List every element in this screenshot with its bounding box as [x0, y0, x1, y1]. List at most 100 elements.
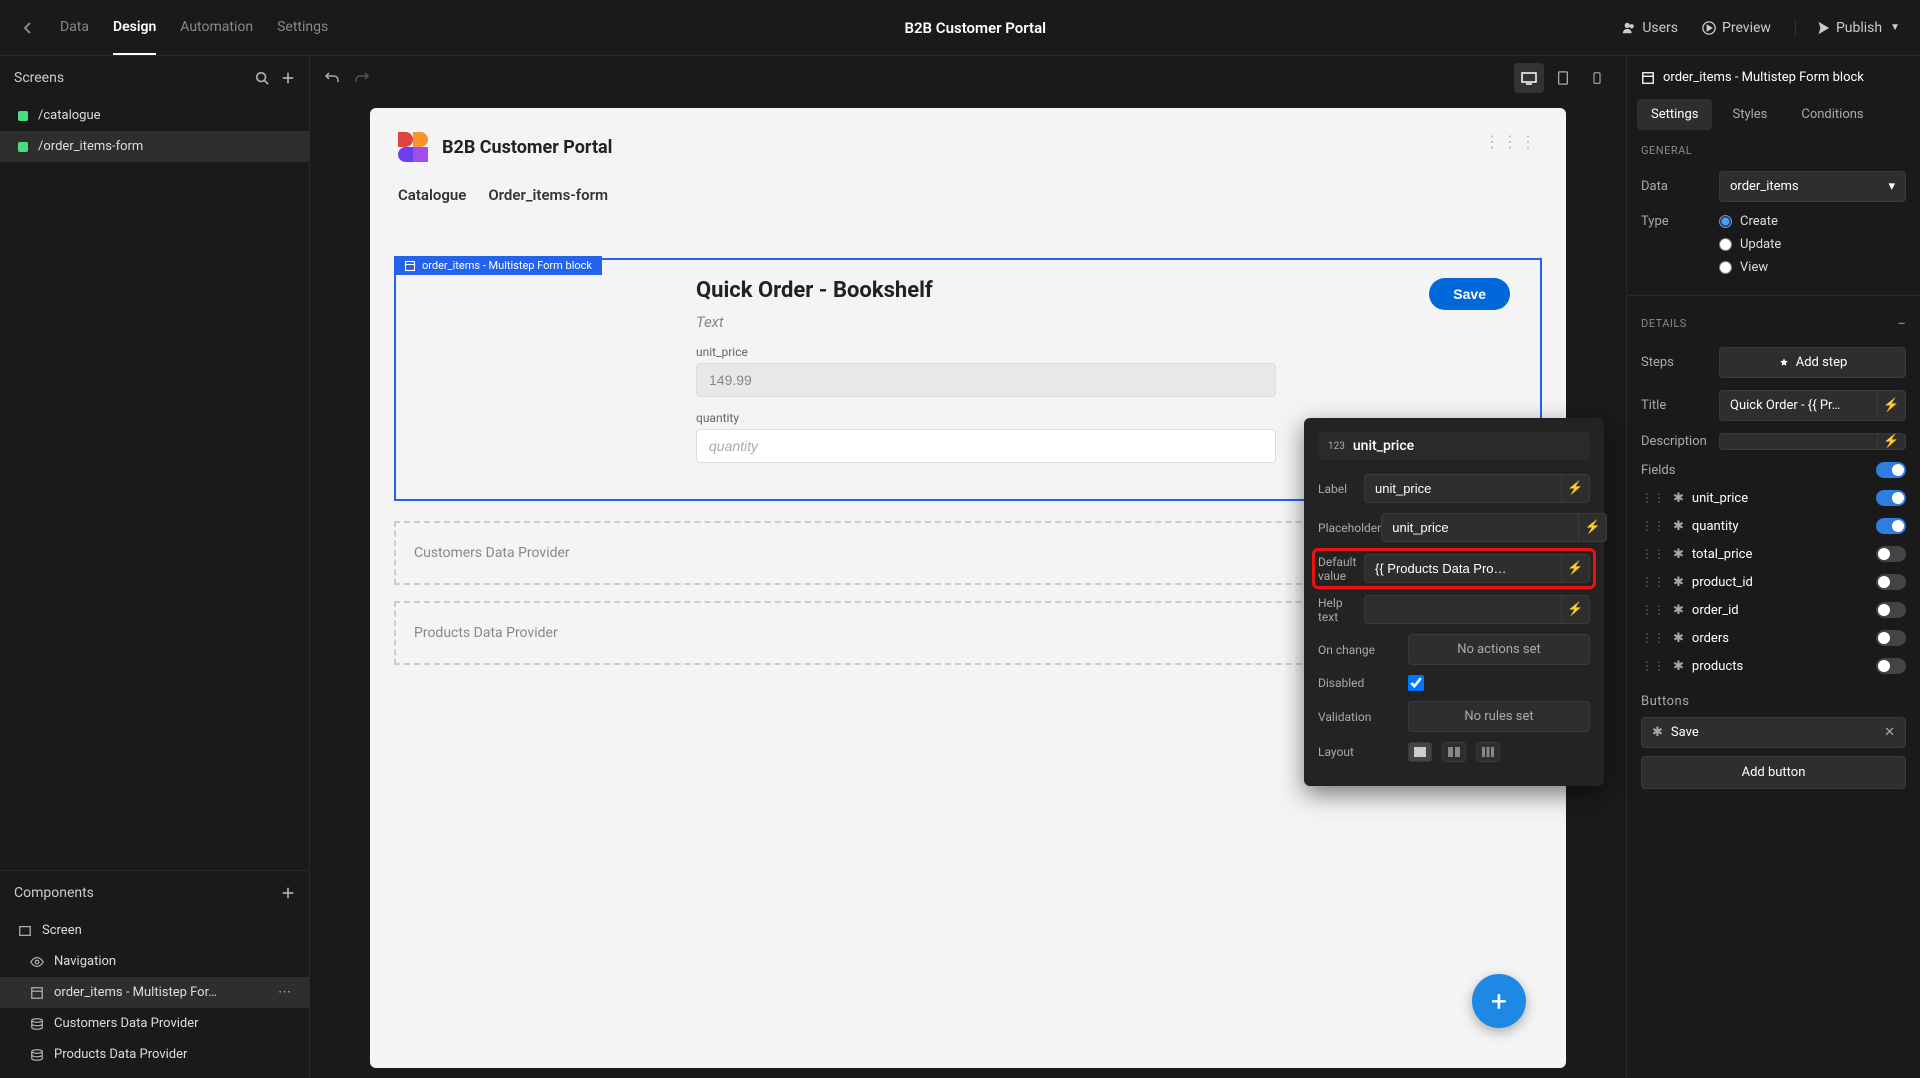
field-item-total-price[interactable]: ⋮⋮ ✱ total_price [1627, 540, 1920, 568]
on-change-button[interactable]: No actions set [1408, 634, 1590, 665]
help-text-input[interactable] [1364, 595, 1562, 624]
component-navigation[interactable]: Navigation [0, 946, 309, 977]
device-desktop-icon[interactable] [1514, 63, 1544, 93]
bolt-icon[interactable]: ⚡ [1579, 513, 1607, 542]
layout-half-icon[interactable] [1442, 742, 1466, 762]
details-section-label: DETAILS [1641, 317, 1687, 330]
gear-icon[interactable]: ✱ [1673, 519, 1684, 534]
drag-handle-icon[interactable]: ⋮⋮⋮ [1484, 132, 1538, 151]
add-step-button[interactable]: Add step [1719, 347, 1906, 378]
device-mobile-icon[interactable] [1582, 63, 1612, 93]
description-input[interactable] [1719, 433, 1878, 450]
page-nav-order-items-form[interactable]: Order_items-form [488, 186, 608, 204]
field-item-products[interactable]: ⋮⋮ ✱ products [1627, 652, 1920, 680]
drag-icon[interactable]: ⋮⋮ [1641, 631, 1665, 645]
quantity-input[interactable] [696, 429, 1276, 463]
unit-price-input[interactable] [696, 363, 1276, 397]
drag-icon[interactable]: ⋮⋮ [1641, 491, 1665, 505]
screen-item-catalogue[interactable]: /catalogue [0, 100, 309, 131]
placeholder-input[interactable] [1381, 513, 1579, 542]
back-arrow-icon[interactable] [20, 20, 36, 36]
undo-icon[interactable] [324, 70, 340, 86]
page-nav-catalogue[interactable]: Catalogue [398, 186, 466, 204]
component-screen[interactable]: Screen [0, 915, 309, 946]
tab-settings[interactable]: Settings [1637, 99, 1712, 130]
screens-header: Screens [0, 56, 309, 100]
device-tablet-icon[interactable] [1548, 63, 1578, 93]
gear-icon[interactable]: ✱ [1673, 491, 1684, 506]
button-item-save[interactable]: ✱ Save ✕ [1641, 717, 1906, 748]
field-item-quantity[interactable]: ⋮⋮ ✱ quantity [1627, 512, 1920, 540]
bolt-icon[interactable]: ⚡ [1878, 390, 1906, 421]
field-toggle[interactable] [1876, 602, 1906, 618]
fields-toggle[interactable] [1876, 462, 1906, 478]
components-header: Components [0, 870, 309, 915]
field-toggle[interactable] [1876, 490, 1906, 506]
gear-icon[interactable]: ✱ [1673, 631, 1684, 646]
screen-item-order-items-form[interactable]: /order_items-form [0, 131, 309, 162]
data-select[interactable]: order_items ▾ [1719, 171, 1906, 202]
nav-tab-data[interactable]: Data [60, 1, 89, 55]
collapse-icon[interactable]: − [1897, 314, 1906, 333]
field-toggle[interactable] [1876, 546, 1906, 562]
field-toggle[interactable] [1876, 658, 1906, 674]
screen-icon [18, 924, 32, 938]
drag-icon[interactable]: ⋮⋮ [1641, 547, 1665, 561]
add-screen-icon[interactable] [281, 71, 295, 85]
gear-icon[interactable]: ✱ [1673, 547, 1684, 562]
field-item-unit-price[interactable]: ⋮⋮ ✱ unit_price [1627, 484, 1920, 512]
chevron-down-icon: ▾ [1888, 179, 1895, 194]
component-multistep-form[interactable]: order_items - Multistep For… ⋯ [0, 977, 309, 1008]
field-toggle[interactable] [1876, 574, 1906, 590]
page-nav: Catalogue Order_items-form [370, 172, 1566, 218]
bolt-icon[interactable]: ⚡ [1562, 595, 1590, 624]
validation-button[interactable]: No rules set [1408, 701, 1590, 732]
bolt-icon[interactable]: ⚡ [1562, 474, 1590, 503]
add-button[interactable]: Add button [1641, 756, 1906, 789]
eye-icon [30, 955, 44, 969]
type-radio-view[interactable]: View [1719, 260, 1906, 275]
block-label[interactable]: order_items - Multistep Form block [394, 256, 602, 275]
form-title: Quick Order - Bookshelf [696, 278, 1429, 303]
bolt-icon[interactable]: ⚡ [1562, 554, 1590, 583]
layout-full-icon[interactable] [1408, 742, 1432, 762]
gear-icon[interactable]: ✱ [1673, 603, 1684, 618]
field-toggle[interactable] [1876, 630, 1906, 646]
tab-conditions[interactable]: Conditions [1787, 99, 1877, 130]
drag-icon[interactable]: ⋮⋮ [1641, 603, 1665, 617]
tab-styles[interactable]: Styles [1718, 99, 1781, 130]
redo-icon[interactable] [354, 70, 370, 86]
more-icon[interactable]: ⋯ [278, 985, 291, 1000]
users-button[interactable]: Users [1622, 20, 1678, 36]
add-component-icon[interactable] [281, 886, 295, 900]
gear-icon[interactable]: ✱ [1673, 575, 1684, 590]
publish-button[interactable]: Publish ▼ [1795, 20, 1900, 36]
drag-icon[interactable]: ⋮⋮ [1641, 659, 1665, 673]
title-input[interactable]: Quick Order - {{ Pr… [1719, 390, 1878, 421]
default-value-input[interactable] [1364, 554, 1562, 583]
add-fab[interactable]: + [1472, 974, 1526, 1028]
nav-tab-automation[interactable]: Automation [180, 1, 253, 55]
type-radio-create[interactable]: Create [1719, 214, 1906, 229]
label-input[interactable] [1364, 474, 1562, 503]
gear-icon[interactable]: ✱ [1652, 725, 1663, 740]
save-button[interactable]: Save [1429, 278, 1510, 310]
component-products-data-provider[interactable]: Products Data Provider [0, 1039, 309, 1070]
drag-icon[interactable]: ⋮⋮ [1641, 519, 1665, 533]
drag-icon[interactable]: ⋮⋮ [1641, 575, 1665, 589]
field-item-product-id[interactable]: ⋮⋮ ✱ product_id [1627, 568, 1920, 596]
component-customers-data-provider[interactable]: Customers Data Provider [0, 1008, 309, 1039]
field-toggle[interactable] [1876, 518, 1906, 534]
nav-tab-design[interactable]: Design [113, 1, 156, 55]
field-item-order-id[interactable]: ⋮⋮ ✱ order_id [1627, 596, 1920, 624]
disabled-checkbox[interactable] [1408, 675, 1424, 691]
close-icon[interactable]: ✕ [1884, 725, 1895, 740]
bolt-icon[interactable]: ⚡ [1878, 433, 1906, 450]
field-item-orders[interactable]: ⋮⋮ ✱ orders [1627, 624, 1920, 652]
gear-icon[interactable]: ✱ [1673, 659, 1684, 674]
layout-third-icon[interactable] [1476, 742, 1500, 762]
nav-tab-settings[interactable]: Settings [277, 1, 328, 55]
search-icon[interactable] [255, 71, 269, 85]
type-radio-update[interactable]: Update [1719, 237, 1906, 252]
preview-button[interactable]: Preview [1702, 20, 1771, 36]
